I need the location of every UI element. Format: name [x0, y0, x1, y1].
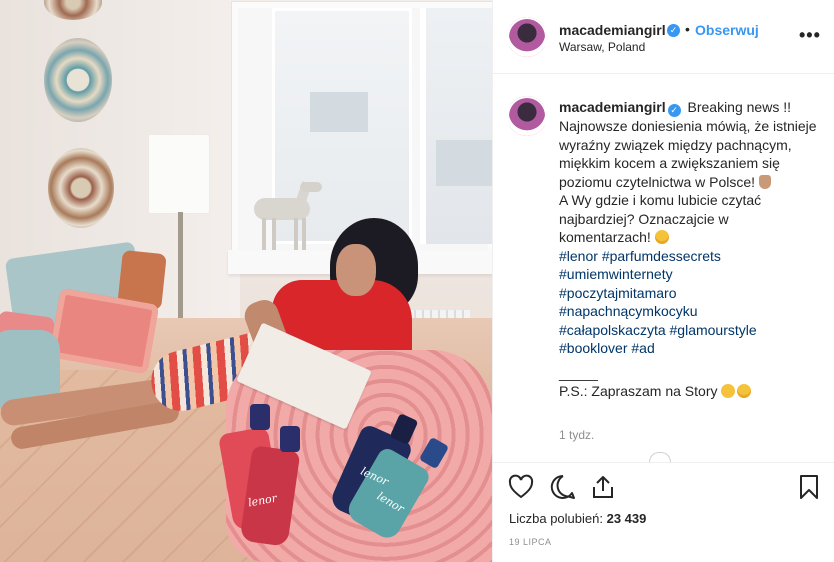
follow-button[interactable]: Obserwuj	[695, 22, 759, 38]
distant-building	[436, 140, 492, 186]
location-link[interactable]: Warsaw, Poland	[559, 40, 645, 54]
likes-label: Liczba polubień:	[509, 511, 603, 526]
distant-building	[310, 92, 368, 132]
verified-badge-icon: ✓	[667, 104, 681, 117]
hashtag-link[interactable]: #całapolskaczyta	[559, 322, 666, 338]
post-header: macademiangirl ✓ • Obserwuj Warsaw, Pola…	[493, 0, 834, 74]
smiling-emoji-icon	[721, 384, 736, 398]
post-date: 19 LIPCA	[509, 537, 552, 547]
load-more-comments-icon[interactable]	[649, 452, 671, 462]
deer-figurine-leg	[262, 218, 266, 250]
decor-plate	[44, 38, 112, 122]
lamp	[148, 134, 210, 214]
likes-number: 23 439	[606, 511, 647, 526]
hashtag-link[interactable]: #napachnącymkocyku	[559, 302, 821, 321]
lamp-pole	[178, 212, 183, 322]
caption-text: Breaking news !!	[687, 99, 792, 115]
hashtag-link[interactable]: #glamourstyle	[670, 322, 757, 338]
share-icon[interactable]	[589, 473, 617, 501]
caption-text: Najnowsze doniesienia mówią, że istnieje…	[559, 118, 817, 190]
deer-figurine-leg	[272, 218, 276, 250]
caption-ps: P.S.: Zapraszam na Story	[559, 383, 718, 399]
post-caption: macademiangirl ✓ Breaking news !! Najnows…	[559, 98, 821, 401]
deer-figurine-leg	[302, 218, 306, 250]
wink-emoji-icon	[654, 230, 669, 244]
decor-plate	[48, 148, 114, 228]
post-photo[interactable]: lenor lenor lenor	[0, 0, 492, 562]
post-actions: Liczba polubień: 23 439 19 LIPCA	[493, 462, 834, 562]
verified-badge-icon: ✓	[667, 24, 680, 37]
caption-divider: _____	[559, 364, 598, 381]
likes-count[interactable]: Liczba polubień: 23 439	[509, 511, 646, 526]
heart-icon[interactable]	[507, 473, 535, 501]
bottle-cap	[250, 404, 270, 430]
comment-icon[interactable]	[549, 473, 577, 501]
smiling-emoji-icon	[737, 384, 752, 398]
hand-emoji-icon	[758, 174, 771, 189]
more-options-icon[interactable]: •••	[799, 26, 821, 44]
hashtag-link[interactable]: #lenor	[559, 248, 598, 264]
avatar[interactable]	[507, 96, 547, 136]
bookmark-icon[interactable]	[795, 473, 823, 501]
hashtag-link[interactable]: #umiemwinternety	[559, 265, 821, 284]
hashtag-link[interactable]: #ad	[631, 340, 654, 356]
deer-figurine-leg	[294, 218, 298, 250]
hashtag-link[interactable]: #poczytajmitamaro	[559, 284, 821, 303]
username-link[interactable]: macademiangirl	[559, 22, 666, 38]
post-sidebar: macademiangirl ✓ • Obserwuj Warsaw, Pola…	[492, 0, 834, 562]
avatar[interactable]	[507, 17, 547, 57]
hashtag-link[interactable]: #booklover	[559, 340, 628, 356]
bottle-cap	[280, 426, 300, 452]
caption-username-link[interactable]: macademiangirl	[559, 99, 666, 115]
separator-dot: •	[685, 21, 690, 37]
hashtag-link[interactable]: #parfumdessecrets	[602, 248, 721, 264]
post-time-ago[interactable]: 1 tydz.	[559, 428, 594, 442]
deer-figurine-head	[300, 182, 322, 192]
woman-face	[336, 244, 376, 296]
window-pane	[420, 8, 492, 244]
